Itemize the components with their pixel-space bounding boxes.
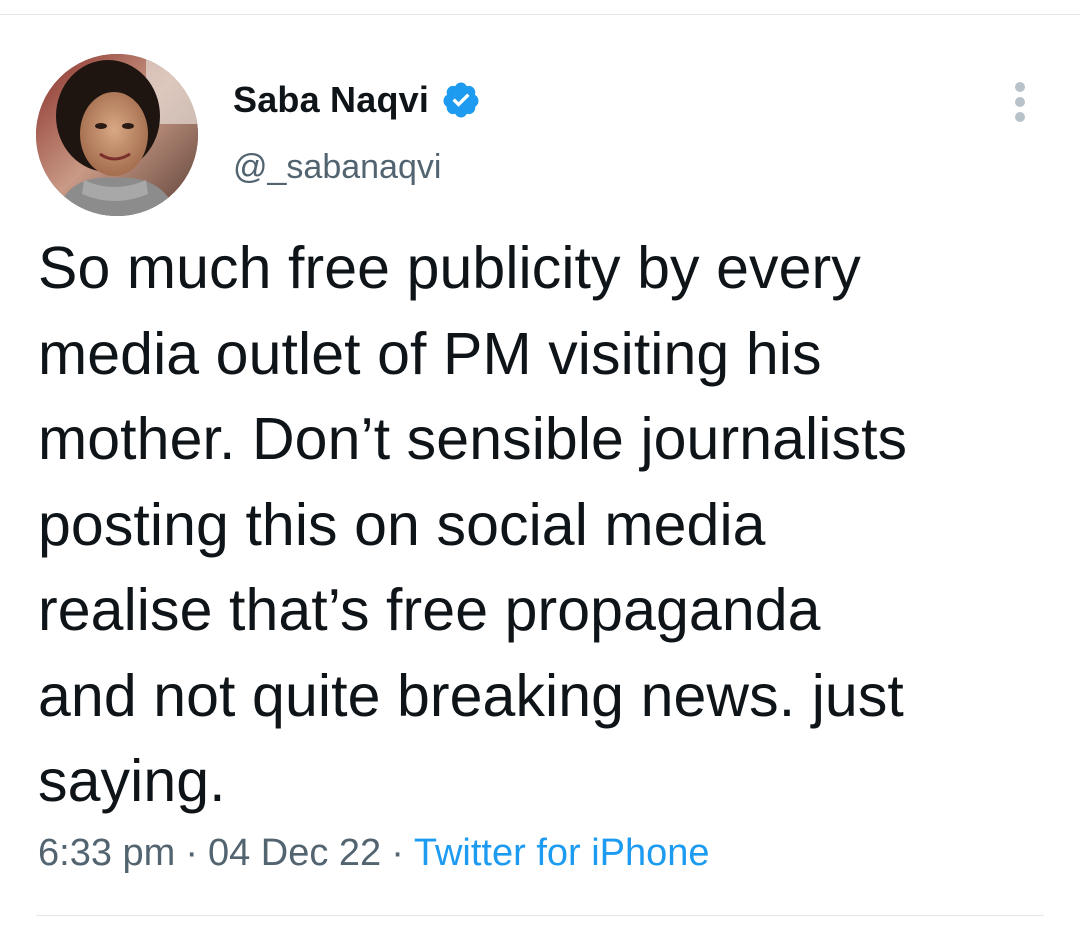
- avatar[interactable]: [36, 54, 198, 216]
- bottom-divider: [36, 915, 1044, 916]
- tweet: Saba Naqvi @_sabanaqvi So much free publ…: [0, 0, 1080, 932]
- display-name[interactable]: Saba Naqvi: [233, 79, 429, 121]
- tweet-date[interactable]: 04 Dec 22: [208, 832, 381, 874]
- tweet-source-link[interactable]: Twitter for iPhone: [414, 832, 710, 874]
- tweet-meta: 6:33 pm · 04 Dec 22 · Twitter for iPhone: [38, 832, 710, 875]
- avatar-photo: [36, 54, 198, 216]
- meta-separator: ·: [391, 832, 404, 874]
- meta-separator: ·: [185, 832, 198, 874]
- verified-badge-icon: [441, 80, 481, 120]
- tweet-text: So much free publicity by every media ou…: [38, 235, 908, 814]
- more-options-icon[interactable]: [1004, 80, 1036, 124]
- author-block: Saba Naqvi @_sabanaqvi: [233, 78, 481, 187]
- author-handle[interactable]: @_sabanaqvi: [233, 148, 481, 187]
- tweet-time[interactable]: 6:33 pm: [38, 832, 175, 874]
- name-row: Saba Naqvi: [233, 78, 481, 122]
